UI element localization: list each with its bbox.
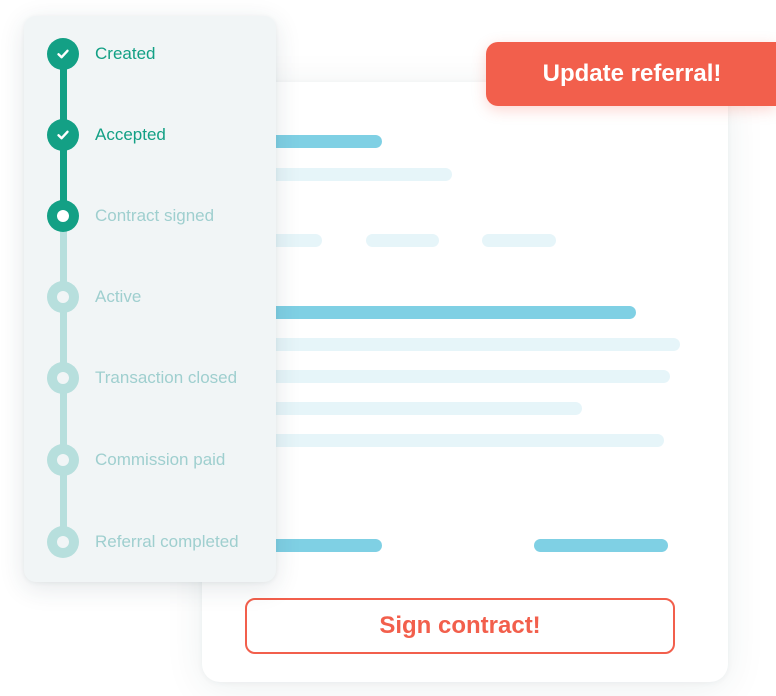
timeline-step-commission-paid: Commission paid bbox=[47, 444, 276, 476]
placeholder-heading bbox=[262, 135, 382, 148]
placeholder-chip bbox=[482, 234, 556, 247]
contract-document bbox=[202, 82, 728, 682]
timeline-step-label: Commission paid bbox=[95, 450, 226, 469]
check-icon bbox=[47, 38, 79, 70]
timeline-step-label: Referral completed bbox=[95, 532, 239, 551]
placeholder-signature-right bbox=[534, 539, 668, 552]
timeline-step-label: Created bbox=[95, 44, 156, 63]
placeholder-signature-left bbox=[262, 539, 382, 552]
timeline-step-referral-completed: Referral completed bbox=[47, 526, 276, 558]
placeholder-subheading bbox=[262, 168, 452, 181]
pending-dot-icon bbox=[47, 281, 79, 313]
placeholder-text-line bbox=[262, 338, 680, 351]
timeline-step-transaction-closed: Transaction closed bbox=[47, 362, 276, 394]
referral-illustration: Sign contract! Update referral! Created … bbox=[0, 0, 776, 696]
timeline-step-label: Transaction closed bbox=[95, 368, 238, 387]
pending-dot-icon bbox=[47, 444, 79, 476]
check-icon bbox=[47, 119, 79, 151]
timeline-step-label: Accepted bbox=[95, 125, 166, 144]
pending-dot-icon bbox=[47, 362, 79, 394]
placeholder-text-line bbox=[262, 402, 582, 415]
timeline-step-created: Created bbox=[47, 38, 276, 70]
current-dot-icon bbox=[47, 200, 79, 232]
sign-contract-button[interactable]: Sign contract! bbox=[245, 598, 675, 654]
timeline-step-contract-signed: Contract signed bbox=[47, 200, 276, 232]
placeholder-chip bbox=[366, 234, 439, 247]
update-referral-button[interactable]: Update referral! bbox=[486, 42, 776, 106]
placeholder-section-title bbox=[262, 306, 636, 319]
timeline-step-active: Active bbox=[47, 281, 276, 313]
placeholder-text-line bbox=[262, 434, 664, 447]
pending-dot-icon bbox=[47, 526, 79, 558]
timeline-step-accepted: Accepted bbox=[47, 119, 276, 151]
timeline-step-label: Contract signed bbox=[95, 206, 215, 225]
placeholder-text-line bbox=[262, 370, 670, 383]
timeline-step-label: Active bbox=[95, 287, 142, 306]
